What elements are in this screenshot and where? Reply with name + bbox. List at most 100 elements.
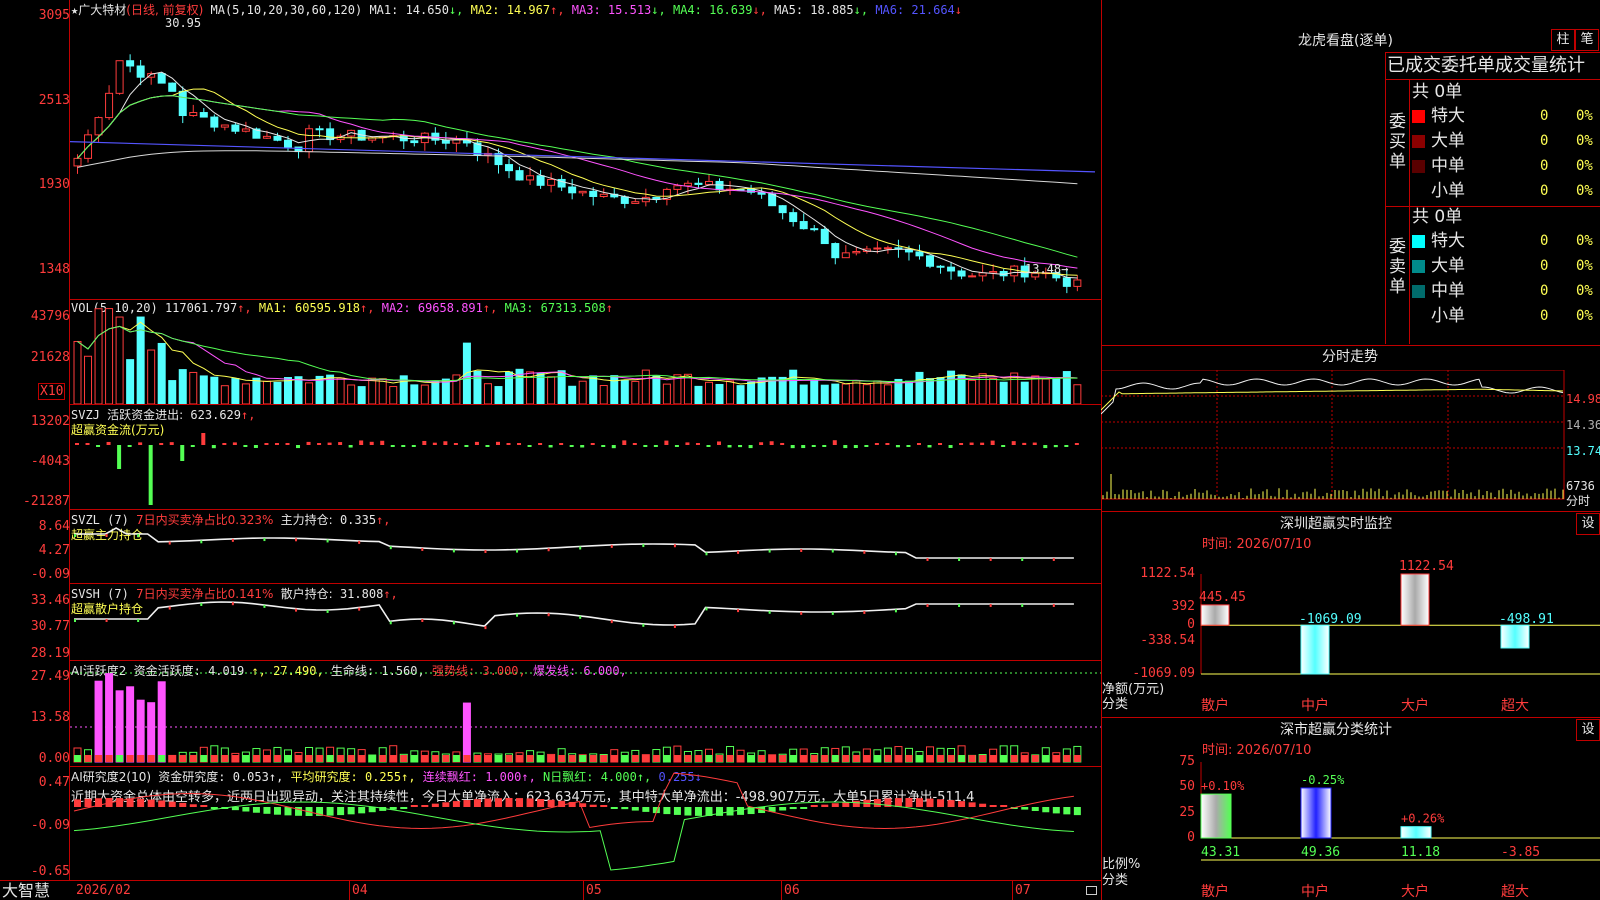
volume-bar[interactable] — [105, 308, 114, 404]
volume-bar[interactable] — [189, 371, 198, 404]
volume-bar[interactable] — [536, 373, 545, 404]
volume-bar[interactable] — [747, 381, 756, 404]
candle[interactable] — [778, 205, 787, 220]
volume-bar[interactable] — [94, 308, 103, 404]
candle[interactable] — [347, 129, 356, 145]
candle[interactable] — [126, 54, 135, 73]
volume-bar[interactable] — [147, 349, 156, 404]
volume-bar[interactable] — [715, 383, 724, 404]
candle[interactable] — [641, 188, 650, 207]
candle[interactable] — [115, 60, 124, 95]
candle[interactable] — [841, 245, 850, 259]
volume-bar[interactable] — [989, 378, 998, 404]
volume-bar[interactable] — [999, 381, 1008, 404]
svsh-chart[interactable] — [70, 584, 1101, 660]
volume-bar[interactable] — [441, 378, 450, 404]
volume-bar[interactable] — [547, 376, 556, 404]
monitor-settings-button[interactable]: 设 — [1576, 513, 1600, 535]
candle[interactable] — [789, 208, 798, 227]
candle[interactable] — [704, 173, 713, 187]
volume-bar[interactable] — [157, 342, 166, 404]
volume-bar[interactable] — [241, 383, 250, 404]
candle[interactable] — [105, 85, 114, 120]
monitor-bar-散户[interactable] — [1200, 604, 1230, 626]
volume-bar[interactable] — [1031, 375, 1040, 404]
volume-bar[interactable] — [1020, 381, 1029, 404]
candle[interactable] — [326, 122, 335, 146]
candle[interactable] — [631, 198, 640, 204]
volume-bar[interactable] — [231, 378, 240, 404]
volume-bar[interactable] — [483, 383, 492, 404]
volume-bar[interactable] — [557, 370, 566, 404]
classify-bar-中户[interactable] — [1300, 787, 1332, 839]
tick-mode-button[interactable]: 笔 — [1575, 29, 1599, 51]
volume-bar[interactable] — [494, 386, 503, 404]
volume-bar[interactable] — [294, 376, 303, 404]
volume-bar[interactable] — [620, 379, 629, 404]
volume-bar[interactable] — [568, 385, 577, 404]
candle[interactable] — [483, 146, 492, 164]
candle[interactable] — [578, 190, 587, 197]
volume-bar[interactable] — [862, 384, 871, 404]
candle[interactable] — [968, 272, 977, 278]
candle[interactable] — [231, 122, 240, 134]
monitor-bar-大户[interactable] — [1400, 573, 1430, 626]
classify-bar-散户[interactable] — [1200, 793, 1232, 839]
volume-bar[interactable] — [873, 380, 882, 404]
candle[interactable] — [926, 255, 935, 269]
candle[interactable] — [831, 242, 840, 265]
volume-bar[interactable] — [368, 377, 377, 404]
intraday-chart[interactable] — [1101, 370, 1565, 510]
candle[interactable] — [726, 181, 735, 195]
volume-bar[interactable] — [462, 342, 471, 404]
volume-bar[interactable] — [831, 383, 840, 404]
volume-bar[interactable] — [178, 369, 187, 404]
candle[interactable] — [915, 244, 924, 260]
candle[interactable] — [168, 82, 177, 92]
volume-bar[interactable] — [210, 376, 219, 404]
candle[interactable] — [515, 166, 524, 181]
candle[interactable] — [536, 169, 545, 189]
volume-bar[interactable] — [778, 376, 787, 404]
volume-bar[interactable] — [789, 369, 798, 404]
volume-bar[interactable] — [915, 371, 924, 404]
candle[interactable] — [210, 114, 219, 132]
volume-bar[interactable] — [273, 381, 282, 404]
volume-bar[interactable] — [115, 316, 124, 404]
monitor-bar-中户[interactable] — [1300, 624, 1330, 675]
svzl-chart[interactable] — [70, 510, 1101, 583]
volume-bar[interactable] — [978, 373, 987, 404]
candle[interactable] — [336, 133, 345, 143]
candle[interactable] — [820, 225, 829, 245]
candle[interactable] — [547, 172, 556, 193]
monitor-bar-chart[interactable]: 445.45 散户 -1069.09 中户 1122.54 大户 -498.91 超大 — [1101, 560, 1600, 715]
volume-bar[interactable] — [336, 377, 345, 404]
volume-bar[interactable] — [389, 386, 398, 404]
classify-settings-button[interactable]: 设 — [1576, 719, 1600, 741]
candle[interactable] — [568, 179, 577, 200]
lock-icon[interactable] — [1086, 886, 1097, 895]
volume-bar[interactable] — [852, 380, 861, 404]
candle[interactable] — [420, 132, 429, 151]
volume-bar[interactable] — [420, 384, 429, 404]
candle[interactable] — [410, 136, 419, 147]
monitor-bar-超大[interactable] — [1500, 624, 1530, 649]
volume-bar[interactable] — [220, 385, 229, 404]
volume-bar[interactable] — [652, 375, 661, 404]
volume-bar[interactable] — [1052, 378, 1061, 404]
candle[interactable] — [220, 124, 229, 131]
volume-bar[interactable] — [820, 384, 829, 404]
volume-bar[interactable] — [736, 385, 745, 404]
volume-bar[interactable] — [1073, 384, 1082, 404]
volume-bar[interactable] — [252, 377, 261, 404]
candle[interactable] — [505, 158, 514, 179]
volume-bar[interactable] — [936, 377, 945, 404]
ai2-chart[interactable] — [70, 767, 1101, 880]
volume-bar[interactable] — [378, 378, 387, 404]
candle[interactable] — [810, 225, 819, 232]
volume-bar[interactable] — [1062, 371, 1071, 404]
volume-bar[interactable] — [799, 384, 808, 404]
volume-bar[interactable] — [73, 340, 82, 404]
volume-bar[interactable] — [283, 377, 292, 404]
candle[interactable] — [999, 269, 1008, 282]
